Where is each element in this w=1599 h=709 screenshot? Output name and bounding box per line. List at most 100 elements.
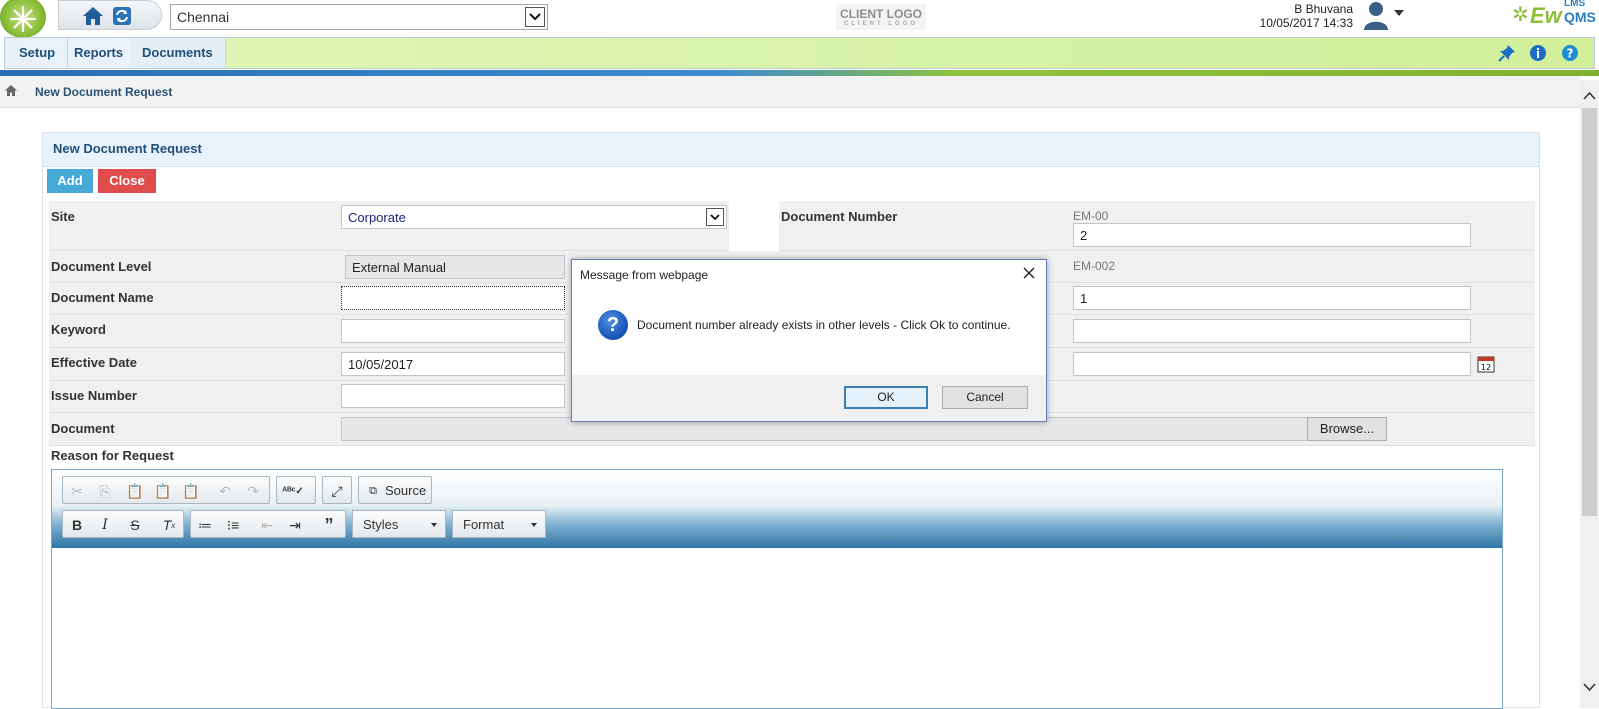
source-button[interactable]: ⧉ Source bbox=[358, 476, 432, 504]
form-site-select[interactable]: Corporate bbox=[341, 205, 727, 229]
redo-icon[interactable]: ↷ bbox=[243, 481, 263, 501]
styles-dropdown[interactable]: Styles bbox=[352, 510, 446, 538]
spellcheck-icon[interactable]: ᴬᴮᶜ✓ bbox=[282, 481, 304, 501]
outdent-icon[interactable]: ⇤ bbox=[257, 515, 277, 535]
breadcrumb: New Document Request bbox=[0, 76, 1580, 108]
toolbar-group-spell: ᴬᴮᶜ✓ bbox=[276, 476, 316, 504]
menu-item-setup[interactable]: Setup bbox=[7, 38, 69, 68]
form-row-site: Site Corporate Document Number EM-00 2 bbox=[49, 201, 1535, 251]
maximize-icon[interactable]: ⤢ bbox=[327, 481, 347, 501]
pin-icon[interactable] bbox=[1498, 44, 1516, 62]
toolbar-group-clipboard: ✂ ⎘ 📋 📋 📋 ↶ ↷ bbox=[62, 476, 270, 504]
dialog-title: Message from webpage bbox=[580, 268, 709, 282]
paste-text-icon[interactable]: 📋 bbox=[153, 481, 173, 501]
right-field-2-input[interactable] bbox=[1073, 319, 1471, 343]
user-menu-caret-icon[interactable] bbox=[1394, 10, 1404, 16]
info-icon[interactable] bbox=[1529, 44, 1547, 62]
effective-date-input[interactable]: 10/05/2017 bbox=[341, 352, 565, 376]
blockquote-icon[interactable]: ” bbox=[319, 515, 339, 535]
ok-button[interactable]: OK bbox=[844, 386, 928, 409]
calendar-icon[interactable]: 12 bbox=[1477, 355, 1495, 376]
scroll-down-icon[interactable] bbox=[1583, 680, 1596, 695]
browse-button[interactable]: Browse... bbox=[1307, 417, 1387, 441]
undo-icon[interactable]: ↶ bbox=[215, 481, 235, 501]
strikethrough-icon[interactable]: S bbox=[125, 515, 145, 535]
cancel-button[interactable]: Cancel bbox=[942, 386, 1028, 409]
source-icon: ⧉ bbox=[369, 484, 377, 497]
cut-icon[interactable]: ✂ bbox=[67, 481, 87, 501]
menu-item-reports[interactable]: Reports bbox=[62, 38, 137, 68]
current-datetime: 10/05/2017 14:33 bbox=[1259, 16, 1353, 30]
right-date-input[interactable] bbox=[1073, 352, 1471, 376]
vertical-scrollbar[interactable] bbox=[1580, 80, 1599, 708]
refresh-icon[interactable] bbox=[111, 5, 133, 30]
scroll-thumb[interactable] bbox=[1582, 108, 1597, 516]
brand-logo: ✲ Ew LMS QMS bbox=[1512, 0, 1596, 30]
top-bar: Chennai CLIENT LOGO CLIENT LOGO B Bhuvan… bbox=[0, 0, 1599, 38]
site-dropdown-icon[interactable] bbox=[706, 208, 724, 226]
remove-format-icon[interactable]: Tx bbox=[159, 515, 179, 535]
brand-text: Ew bbox=[1530, 3, 1562, 28]
bold-icon[interactable]: B bbox=[67, 515, 87, 535]
svg-text:?: ? bbox=[1567, 47, 1574, 61]
document-label: Document bbox=[51, 421, 115, 436]
breadcrumb-current: New Document Request bbox=[35, 85, 173, 99]
keyword-input[interactable] bbox=[341, 319, 565, 343]
numbered-list-icon[interactable]: ≔ bbox=[195, 515, 215, 535]
document-level-code: EM-002 bbox=[1073, 259, 1116, 273]
format-label: Format bbox=[463, 517, 505, 532]
main-menu: Setup Reports Documents ? bbox=[4, 37, 1595, 69]
bulleted-list-icon[interactable]: ⁝≡ bbox=[223, 515, 243, 535]
scroll-up-icon[interactable] bbox=[1583, 88, 1596, 103]
document-number-label: Document Number bbox=[781, 209, 898, 224]
site-select[interactable]: Chennai bbox=[170, 4, 548, 30]
client-logo-text: CLIENT LOGO bbox=[840, 7, 922, 21]
chevron-down-icon[interactable] bbox=[525, 7, 545, 27]
paste-word-icon[interactable]: 📋 bbox=[181, 481, 201, 501]
add-button[interactable]: Add bbox=[47, 169, 93, 193]
site-label: Site bbox=[51, 209, 75, 224]
client-logo-subtext: CLIENT LOGO bbox=[844, 21, 918, 27]
panel-title: New Document Request bbox=[53, 141, 202, 156]
document-level-label: Document Level bbox=[51, 259, 152, 274]
format-caret-icon bbox=[531, 523, 537, 527]
source-label: Source bbox=[385, 483, 427, 498]
editor-toolbar: ✂ ⎘ 📋 📋 📋 ↶ ↷ ᴬᴮᶜ✓ ⤢ ⧉ Source B I S T x … bbox=[52, 470, 1502, 548]
editor-content-area[interactable] bbox=[52, 548, 1502, 708]
reason-editor: ✂ ⎘ 📋 📋 📋 ↶ ↷ ᴬᴮᶜ✓ ⤢ ⧉ Source B I S T x … bbox=[51, 469, 1503, 709]
format-dropdown[interactable]: Format bbox=[452, 510, 546, 538]
issue-number-input[interactable] bbox=[341, 384, 565, 408]
help-icon[interactable]: ? bbox=[1561, 44, 1579, 62]
right-field-1-input[interactable]: 1 bbox=[1073, 286, 1471, 310]
menu-item-documents[interactable]: Documents bbox=[130, 38, 226, 68]
reason-for-request-label: Reason for Request bbox=[51, 448, 174, 463]
styles-caret-icon bbox=[431, 523, 437, 527]
document-number-input[interactable]: 2 bbox=[1073, 223, 1471, 247]
home-icon[interactable] bbox=[81, 5, 105, 30]
issue-number-label: Issue Number bbox=[51, 388, 137, 403]
brand-leaf-icon: ✲ bbox=[1512, 4, 1529, 26]
brand-lms-text: LMS bbox=[1564, 0, 1586, 9]
message-dialog: Message from webpage ? Document number a… bbox=[571, 259, 1047, 422]
dialog-message: Document number already exists in other … bbox=[637, 318, 1011, 332]
app-logo-icon[interactable] bbox=[0, 0, 46, 38]
paste-icon[interactable]: 📋 bbox=[125, 481, 145, 501]
close-icon[interactable] bbox=[1022, 266, 1038, 282]
document-level-field[interactable]: External Manual bbox=[345, 255, 565, 279]
keyword-label: Keyword bbox=[51, 322, 106, 337]
question-icon: ? bbox=[598, 310, 628, 340]
breadcrumb-home-icon[interactable] bbox=[4, 84, 18, 100]
nav-pill bbox=[58, 0, 162, 30]
effective-date-label: Effective Date bbox=[51, 355, 137, 370]
toolbar-group-maximize: ⤢ bbox=[322, 476, 352, 504]
toolbar-group-basic-styles: B I S Tx bbox=[62, 510, 184, 538]
dialog-footer: OK Cancel bbox=[572, 375, 1046, 421]
site-select-value: Chennai bbox=[177, 9, 230, 25]
close-button[interactable]: Close bbox=[98, 169, 156, 193]
indent-icon[interactable]: ⇥ bbox=[285, 515, 305, 535]
italic-icon[interactable]: I bbox=[95, 515, 115, 535]
user-avatar-icon[interactable] bbox=[1362, 0, 1390, 30]
document-name-input[interactable] bbox=[341, 286, 565, 310]
copy-icon[interactable]: ⎘ bbox=[95, 481, 115, 501]
svg-text:12: 12 bbox=[1481, 363, 1491, 372]
